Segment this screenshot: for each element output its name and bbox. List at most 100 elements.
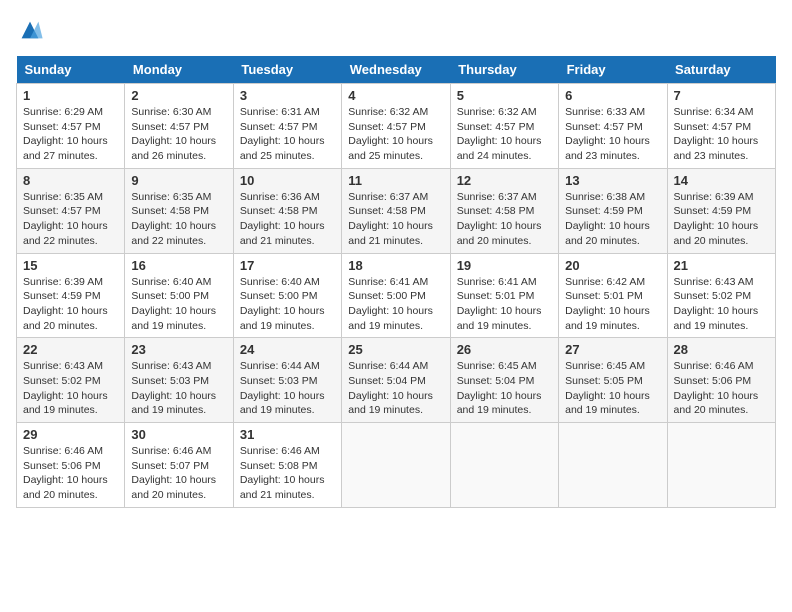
day-number: 30 <box>131 427 226 442</box>
calendar-cell: 16 Sunrise: 6:40 AM Sunset: 5:00 PM Dayli… <box>125 253 233 338</box>
calendar-table: SundayMondayTuesdayWednesdayThursdayFrid… <box>16 56 776 508</box>
day-info: Sunrise: 6:46 AM Sunset: 5:06 PM Dayligh… <box>23 444 118 503</box>
day-header-tuesday: Tuesday <box>233 56 341 84</box>
calendar-cell: 23Sunrise: 6:43 AM Sunset: 5:03 PM Dayli… <box>125 338 233 423</box>
day-number: 29 <box>23 427 118 442</box>
day-info: Sunrise: 6:38 AM Sunset: 4:59 PM Dayligh… <box>565 190 660 249</box>
day-info: Sunrise: 6:43 AM Sunset: 5:03 PM Dayligh… <box>131 359 226 418</box>
day-info: Sunrise: 6:37 AM Sunset: 4:58 PM Dayligh… <box>457 190 552 249</box>
calendar-cell: 19 Sunrise: 6:41 AM Sunset: 5:01 PM Dayli… <box>450 253 558 338</box>
day-number: 31 <box>240 427 335 442</box>
calendar-cell: 15 Sunrise: 6:39 AM Sunset: 4:59 PM Dayli… <box>17 253 125 338</box>
day-info: Sunrise: 6:30 AM Sunset: 4:57 PM Dayligh… <box>131 105 226 164</box>
calendar-cell: 25Sunrise: 6:44 AM Sunset: 5:04 PM Dayli… <box>342 338 450 423</box>
calendar-cell: 2Sunrise: 6:30 AM Sunset: 4:57 PM Daylig… <box>125 84 233 169</box>
day-number: 3 <box>240 88 335 103</box>
day-info: Sunrise: 6:35 AM Sunset: 4:57 PM Dayligh… <box>23 190 118 249</box>
day-header-saturday: Saturday <box>667 56 775 84</box>
day-info: Sunrise: 6:41 AM Sunset: 5:01 PM Dayligh… <box>457 275 552 334</box>
logo-icon <box>16 16 44 44</box>
day-number: 6 <box>565 88 660 103</box>
calendar-cell <box>667 423 775 508</box>
calendar-cell: 3 Sunrise: 6:31 AM Sunset: 4:57 PM Daylig… <box>233 84 341 169</box>
day-number: 4 <box>348 88 443 103</box>
calendar-cell: 18 Sunrise: 6:41 AM Sunset: 5:00 PM Dayli… <box>342 253 450 338</box>
calendar-cell: 8 Sunrise: 6:35 AM Sunset: 4:57 PM Daylig… <box>17 168 125 253</box>
calendar-week-row: 29 Sunrise: 6:46 AM Sunset: 5:06 PM Dayli… <box>17 423 776 508</box>
day-number: 16 <box>131 258 226 273</box>
day-header-monday: Monday <box>125 56 233 84</box>
day-info: Sunrise: 6:32 AM Sunset: 4:57 PM Dayligh… <box>457 105 552 164</box>
calendar-cell: 14Sunrise: 6:39 AM Sunset: 4:59 PM Dayli… <box>667 168 775 253</box>
day-number: 8 <box>23 173 118 188</box>
calendar-cell: 27 Sunrise: 6:45 AM Sunset: 5:05 PM Dayli… <box>559 338 667 423</box>
day-info: Sunrise: 6:46 AM Sunset: 5:06 PM Dayligh… <box>674 359 769 418</box>
day-header-wednesday: Wednesday <box>342 56 450 84</box>
day-info: Sunrise: 6:36 AM Sunset: 4:58 PM Dayligh… <box>240 190 335 249</box>
day-header-friday: Friday <box>559 56 667 84</box>
calendar-cell <box>450 423 558 508</box>
logo <box>16 16 48 44</box>
calendar-body: 1Sunrise: 6:29 AM Sunset: 4:57 PM Daylig… <box>17 84 776 508</box>
calendar-header-row: SundayMondayTuesdayWednesdayThursdayFrid… <box>17 56 776 84</box>
calendar-cell: 21 Sunrise: 6:43 AM Sunset: 5:02 PM Dayli… <box>667 253 775 338</box>
calendar-cell: 5 Sunrise: 6:32 AM Sunset: 4:57 PM Daylig… <box>450 84 558 169</box>
day-number: 10 <box>240 173 335 188</box>
day-number: 22 <box>23 342 118 357</box>
day-number: 7 <box>674 88 769 103</box>
calendar-cell: 30 Sunrise: 6:46 AM Sunset: 5:07 PM Dayli… <box>125 423 233 508</box>
day-info: Sunrise: 6:35 AM Sunset: 4:58 PM Dayligh… <box>131 190 226 249</box>
day-header-thursday: Thursday <box>450 56 558 84</box>
calendar-cell: 1Sunrise: 6:29 AM Sunset: 4:57 PM Daylig… <box>17 84 125 169</box>
calendar-cell: 26Sunrise: 6:45 AM Sunset: 5:04 PM Dayli… <box>450 338 558 423</box>
calendar-week-row: 8 Sunrise: 6:35 AM Sunset: 4:57 PM Daylig… <box>17 168 776 253</box>
day-number: 13 <box>565 173 660 188</box>
day-number: 9 <box>131 173 226 188</box>
day-info: Sunrise: 6:43 AM Sunset: 5:02 PM Dayligh… <box>23 359 118 418</box>
calendar-cell: 31Sunrise: 6:46 AM Sunset: 5:08 PM Dayli… <box>233 423 341 508</box>
page-header <box>16 16 776 44</box>
calendar-cell <box>559 423 667 508</box>
day-number: 19 <box>457 258 552 273</box>
day-info: Sunrise: 6:42 AM Sunset: 5:01 PM Dayligh… <box>565 275 660 334</box>
calendar-cell: 28 Sunrise: 6:46 AM Sunset: 5:06 PM Dayli… <box>667 338 775 423</box>
day-info: Sunrise: 6:44 AM Sunset: 5:04 PM Dayligh… <box>348 359 443 418</box>
day-number: 12 <box>457 173 552 188</box>
calendar-cell: 22 Sunrise: 6:43 AM Sunset: 5:02 PM Dayli… <box>17 338 125 423</box>
calendar-week-row: 1Sunrise: 6:29 AM Sunset: 4:57 PM Daylig… <box>17 84 776 169</box>
day-number: 21 <box>674 258 769 273</box>
day-number: 27 <box>565 342 660 357</box>
day-header-sunday: Sunday <box>17 56 125 84</box>
day-info: Sunrise: 6:41 AM Sunset: 5:00 PM Dayligh… <box>348 275 443 334</box>
day-info: Sunrise: 6:45 AM Sunset: 5:05 PM Dayligh… <box>565 359 660 418</box>
day-info: Sunrise: 6:37 AM Sunset: 4:58 PM Dayligh… <box>348 190 443 249</box>
day-info: Sunrise: 6:40 AM Sunset: 5:00 PM Dayligh… <box>131 275 226 334</box>
day-number: 15 <box>23 258 118 273</box>
day-number: 28 <box>674 342 769 357</box>
day-number: 5 <box>457 88 552 103</box>
day-info: Sunrise: 6:39 AM Sunset: 4:59 PM Dayligh… <box>23 275 118 334</box>
calendar-cell: 7 Sunrise: 6:34 AM Sunset: 4:57 PM Daylig… <box>667 84 775 169</box>
calendar-cell: 13 Sunrise: 6:38 AM Sunset: 4:59 PM Dayli… <box>559 168 667 253</box>
day-info: Sunrise: 6:46 AM Sunset: 5:07 PM Dayligh… <box>131 444 226 503</box>
calendar-cell: 17 Sunrise: 6:40 AM Sunset: 5:00 PM Dayli… <box>233 253 341 338</box>
day-info: Sunrise: 6:40 AM Sunset: 5:00 PM Dayligh… <box>240 275 335 334</box>
day-number: 18 <box>348 258 443 273</box>
day-number: 14 <box>674 173 769 188</box>
calendar-cell <box>342 423 450 508</box>
day-number: 11 <box>348 173 443 188</box>
day-info: Sunrise: 6:43 AM Sunset: 5:02 PM Dayligh… <box>674 275 769 334</box>
day-number: 24 <box>240 342 335 357</box>
day-info: Sunrise: 6:29 AM Sunset: 4:57 PM Dayligh… <box>23 105 118 164</box>
day-number: 17 <box>240 258 335 273</box>
day-info: Sunrise: 6:44 AM Sunset: 5:03 PM Dayligh… <box>240 359 335 418</box>
calendar-cell: 10 Sunrise: 6:36 AM Sunset: 4:58 PM Dayli… <box>233 168 341 253</box>
calendar-cell: 4Sunrise: 6:32 AM Sunset: 4:57 PM Daylig… <box>342 84 450 169</box>
day-info: Sunrise: 6:31 AM Sunset: 4:57 PM Dayligh… <box>240 105 335 164</box>
day-info: Sunrise: 6:45 AM Sunset: 5:04 PM Dayligh… <box>457 359 552 418</box>
day-number: 20 <box>565 258 660 273</box>
calendar-week-row: 22 Sunrise: 6:43 AM Sunset: 5:02 PM Dayli… <box>17 338 776 423</box>
day-info: Sunrise: 6:34 AM Sunset: 4:57 PM Dayligh… <box>674 105 769 164</box>
calendar-cell: 11 Sunrise: 6:37 AM Sunset: 4:58 PM Dayli… <box>342 168 450 253</box>
calendar-week-row: 15 Sunrise: 6:39 AM Sunset: 4:59 PM Dayli… <box>17 253 776 338</box>
